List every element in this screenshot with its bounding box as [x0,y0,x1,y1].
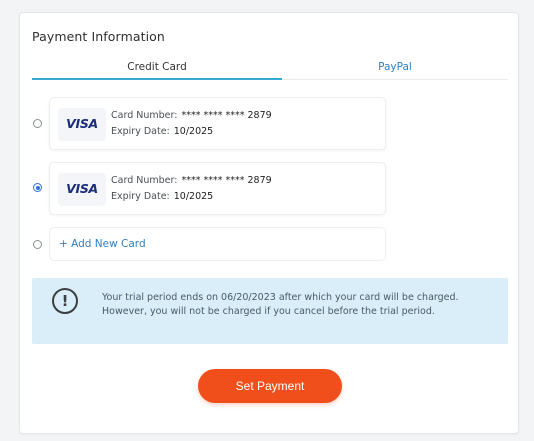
set-payment-button[interactable]: Set Payment [198,369,342,403]
add-new-card-label: + Add New Card [59,238,146,250]
expiry-value: 10/2025 [173,191,214,202]
trial-notice-text: Your trial period ends on 06/20/2023 aft… [102,292,459,317]
payment-method-tabs: Credit Card PayPal [32,59,508,81]
active-tab-indicator [32,78,282,80]
saved-card-2[interactable]: VISA Card Number: **** **** **** 2879 Exp… [49,162,386,215]
saved-card-1[interactable]: VISA Card Number: **** **** **** 2879 Exp… [49,97,386,150]
visa-icon: VISA [66,116,98,131]
card-number-label: Card Number: [111,110,178,121]
card-number-line: Card Number: **** **** **** 2879 [111,110,272,121]
card-2-radio[interactable] [33,183,42,192]
tab-paypal[interactable]: PayPal [282,59,508,81]
card-number-value: **** **** **** 2879 [181,175,272,186]
expiry-line: Expiry Date: 10/2025 [111,126,213,137]
card-number-line: Card Number: **** **** **** 2879 [111,175,272,186]
expiry-label: Expiry Date: [111,191,170,202]
expiry-line: Expiry Date: 10/2025 [111,191,213,202]
add-new-card-button[interactable]: + Add New Card [49,227,386,261]
tab-divider [282,79,508,80]
panel-title: Payment Information [32,29,165,44]
card-number-label: Card Number: [111,175,178,186]
card-number-value: **** **** **** 2879 [181,110,272,121]
expiry-value: 10/2025 [173,126,214,137]
visa-logo-box: VISA [58,108,106,141]
trial-notice: ! Your trial period ends on 06/20/2023 a… [32,278,508,344]
visa-logo-box: VISA [58,173,106,206]
card-1-radio[interactable] [33,119,42,128]
add-card-radio[interactable] [33,240,42,249]
visa-icon: VISA [66,181,98,196]
payment-information-panel: Payment Information Credit Card PayPal V… [19,12,519,434]
expiry-label: Expiry Date: [111,126,170,137]
exclamation-circle-icon: ! [52,288,78,314]
